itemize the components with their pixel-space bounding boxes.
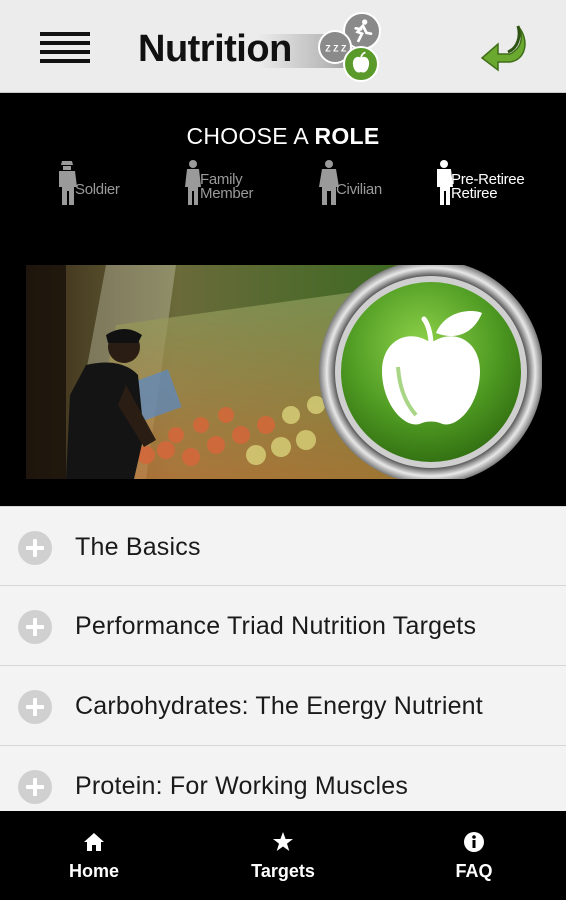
nav-home-label: Home <box>68 861 119 881</box>
back-arrow-icon[interactable] <box>478 22 530 72</box>
logo-apple-icon <box>343 46 379 82</box>
home-icon <box>34 827 154 855</box>
topic-item-carbohydrates[interactable]: Carbohydrates: The Energy Nutrient <box>0 666 566 746</box>
role-soldier[interactable]: Soldier <box>56 159 130 209</box>
role-section: CHOOSE A ROLE Soldier Family Member Civi… <box>0 93 566 503</box>
topic-item-basics[interactable]: The Basics <box>0 506 566 586</box>
topic-item-protein[interactable]: Protein: For Working Muscles <box>0 746 566 811</box>
info-icon <box>414 827 534 855</box>
expand-plus-icon[interactable] <box>18 690 52 724</box>
nav-faq[interactable]: FAQ <box>414 827 534 887</box>
expand-plus-icon[interactable] <box>18 610 52 644</box>
star-icon <box>223 827 343 855</box>
bottom-nav-bar: Home Targets FAQ <box>0 811 566 900</box>
role-civilian[interactable]: Civilian <box>318 159 390 209</box>
sleep-badge-text: Z Z Z <box>325 43 347 53</box>
nav-targets-label: Targets <box>251 861 315 881</box>
app-logo: Nutrition Z Z Z <box>138 12 388 82</box>
topic-item-nutrition-targets[interactable]: Performance Triad Nutrition Targets <box>0 586 566 666</box>
role-section-title: CHOOSE A ROLE <box>186 123 380 149</box>
app-header: Nutrition Z Z Z <box>0 0 566 93</box>
topic-label: Performance Triad Nutrition Targets <box>75 612 477 640</box>
role-family-label-2: Member <box>200 185 254 202</box>
logo-text: Nutrition <box>138 28 292 70</box>
topic-label: Protein: For Working Muscles <box>75 772 409 800</box>
role-retiree[interactable]: Pre-Retiree Retiree <box>434 159 534 209</box>
topic-label: The Basics <box>75 533 201 561</box>
nav-home[interactable]: Home <box>34 827 154 887</box>
role-soldier-label: Soldier <box>75 181 120 198</box>
hamburger-menu-icon[interactable] <box>40 32 90 64</box>
topic-list: The Basics Performance Triad Nutrition T… <box>0 506 566 811</box>
role-retiree-label-2: Retiree <box>451 185 498 202</box>
hero-banner <box>26 265 542 479</box>
role-family-member[interactable]: Family Member <box>183 159 263 209</box>
expand-plus-icon[interactable] <box>18 531 52 565</box>
role-civilian-label: Civilian <box>336 181 382 198</box>
nav-targets[interactable]: Targets <box>223 827 343 887</box>
expand-plus-icon[interactable] <box>18 770 52 804</box>
apple-badge[interactable] <box>316 265 542 479</box>
nav-faq-label: FAQ <box>455 861 493 881</box>
topic-label: Carbohydrates: The Energy Nutrient <box>75 692 483 720</box>
